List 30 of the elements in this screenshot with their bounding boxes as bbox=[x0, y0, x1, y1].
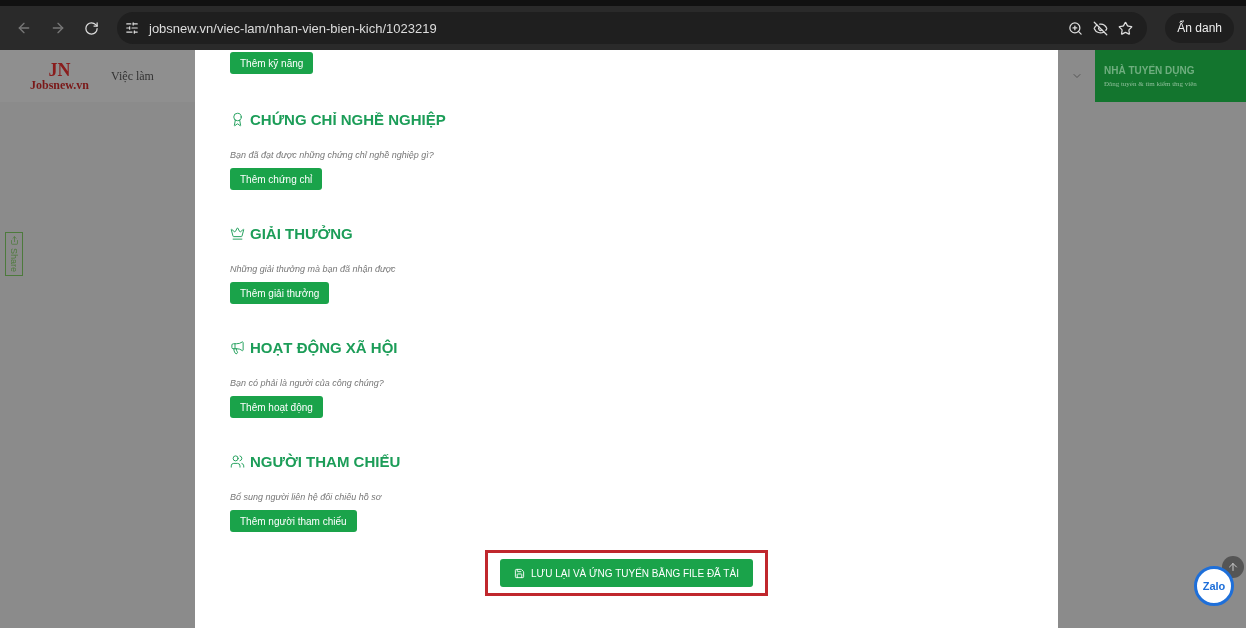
save-apply-button[interactable]: LƯU LẠI VÀ ỨNG TUYỂN BẰNG FILE ĐÃ TẢI bbox=[500, 559, 753, 587]
section-description: Những giải thưởng mà bạn đã nhận được bbox=[230, 264, 397, 274]
back-icon[interactable] bbox=[16, 20, 32, 36]
section-description: Bạn đã đạt được những chứng chỉ nghề nghiệp gì? bbox=[230, 150, 435, 160]
share-icon bbox=[9, 236, 19, 245]
eye-off-icon[interactable] bbox=[1093, 20, 1109, 36]
add-button[interactable]: Thêm giải thưởng bbox=[230, 282, 330, 304]
save-icon bbox=[514, 567, 526, 579]
site-logo[interactable]: JN Jobsnew.vn bbox=[30, 61, 90, 91]
section-heading: CHỨNG CHỈ NGHỀ NGHIỆP bbox=[230, 107, 1058, 131]
section-heading: NGƯỜI THAM CHIẾU bbox=[230, 449, 1058, 473]
section-heading: GIẢI THƯỞNG bbox=[230, 221, 1058, 245]
add-button[interactable]: Thêm người tham chiếu bbox=[230, 510, 357, 532]
section-description: Bổ sung người liên hệ đối chiếu hồ sơ bbox=[230, 492, 383, 502]
add-button[interactable]: Thêm hoạt động bbox=[230, 396, 323, 418]
arrow-up-icon bbox=[1227, 561, 1239, 573]
section-heading: HOẠT ĐỘNG XÃ HỘI bbox=[230, 335, 1058, 359]
add-skill-button[interactable]: Thêm kỹ năng bbox=[230, 52, 314, 74]
site-settings-icon[interactable] bbox=[125, 21, 139, 35]
section-description: Bạn có phải là người của công chúng? bbox=[230, 378, 385, 388]
url-text: jobsnew.vn/viec-lam/nhan-vien-bien-kich/1023219 bbox=[149, 20, 437, 36]
bookmark-star-icon[interactable] bbox=[1118, 20, 1134, 36]
incognito-badge[interactable]: Ẩn danh bbox=[1165, 13, 1234, 43]
nav-link[interactable]: Việc làm bbox=[111, 68, 154, 84]
address-bar[interactable]: jobsnew.vn/viec-lam/nhan-vien-bien-kich/1023219 bbox=[117, 12, 1148, 44]
zoom-icon[interactable] bbox=[1068, 20, 1084, 36]
chat-button[interactable]: Zalo bbox=[1194, 566, 1234, 606]
reload-icon[interactable] bbox=[84, 20, 99, 36]
forward-icon[interactable] bbox=[50, 20, 66, 36]
add-button[interactable]: Thêm chứng chỉ bbox=[230, 168, 323, 190]
